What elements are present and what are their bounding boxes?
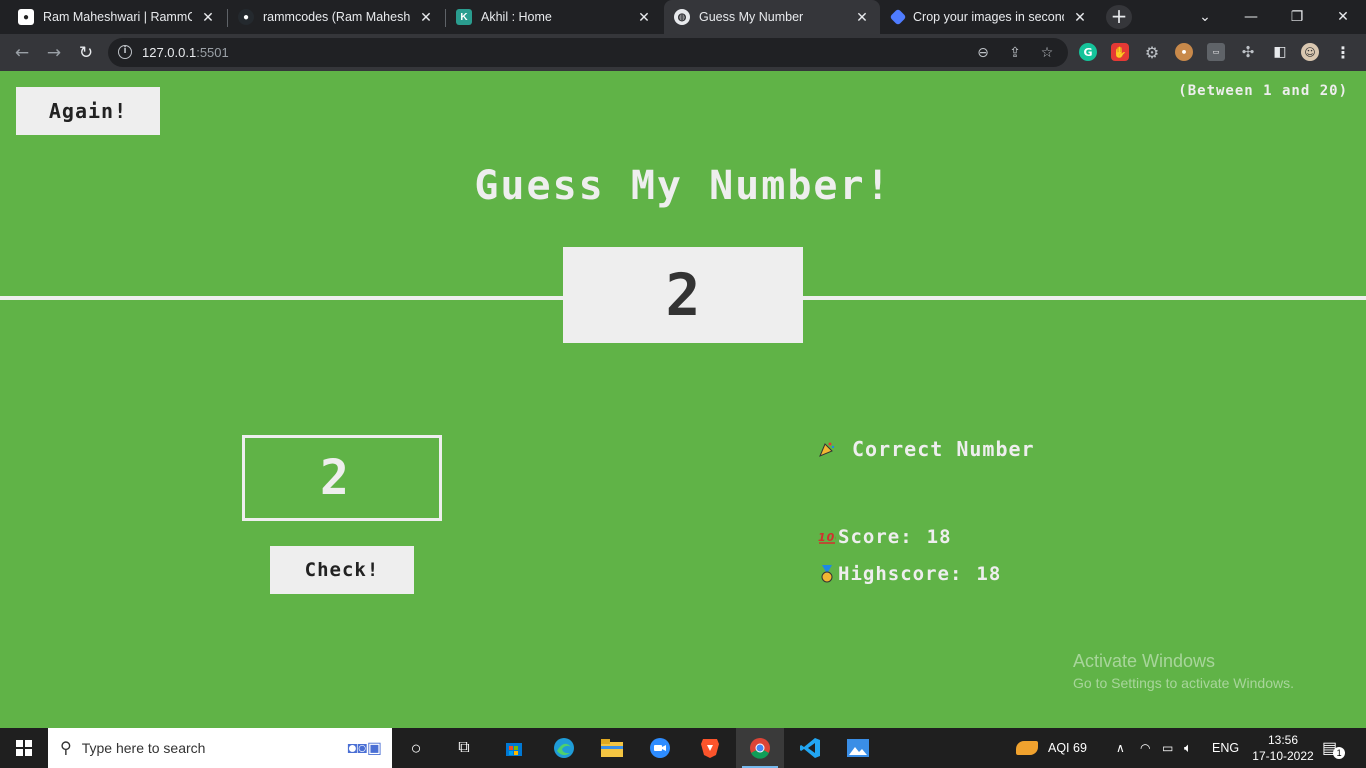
browser-toolbar: ← → ↻ i 127.0.0.1:5501 ⊖ ⇪ ☆ G ✋ ⚙ • ▭ ✣… <box>0 34 1366 71</box>
again-button[interactable]: Again! <box>16 87 160 135</box>
secret-number-box: 2 <box>563 247 803 343</box>
clock[interactable]: 13:56 17-10-2022 <box>1252 728 1314 768</box>
message-line: Correct Number <box>818 437 1035 461</box>
close-tab-icon[interactable]: ✕ <box>200 9 216 26</box>
tab-github[interactable]: ● rammcodes (Ram Maheshwari) ✕ <box>228 0 444 34</box>
zoom-icon[interactable]: ⊖ <box>974 44 992 62</box>
close-tab-icon[interactable]: ✕ <box>1072 9 1088 26</box>
score-label: Score: <box>838 526 913 548</box>
close-tab-icon[interactable]: ✕ <box>636 9 652 26</box>
game-message: Correct Number <box>852 437 1035 461</box>
store-icon[interactable] <box>490 728 538 768</box>
show-hidden-icons-chevron-icon[interactable]: ∧ <box>1116 728 1125 768</box>
check-button[interactable]: Check! <box>270 546 414 594</box>
profile-avatar[interactable]: ☺ <box>1301 43 1319 61</box>
tab-rammcodes[interactable]: ● Ram Maheshwari | RammCodes ✕ <box>8 0 226 34</box>
bookmark-star-icon[interactable]: ☆ <box>1038 44 1056 62</box>
extension-badge-icon[interactable]: ▭ <box>1207 43 1225 61</box>
highscore-label: Highscore: <box>838 563 963 585</box>
url-host: 127.0.0.1 <box>142 45 197 60</box>
new-tab-button[interactable]: + <box>1106 5 1132 29</box>
notification-count: 1 <box>1333 747 1346 759</box>
globe-icon: ◍ <box>674 9 690 25</box>
guess-input[interactable] <box>242 435 442 521</box>
battery-icon[interactable]: ▭ <box>1162 728 1173 768</box>
close-tab-icon[interactable]: ✕ <box>854 9 870 26</box>
close-tab-icon[interactable]: ✕ <box>418 9 434 26</box>
watermark-subtitle: Go to Settings to activate Windows. <box>1073 675 1294 691</box>
menu-kebab-icon[interactable]: ⋮ <box>1334 43 1352 62</box>
address-bar[interactable]: i 127.0.0.1:5501 ⊖ ⇪ ☆ <box>108 38 1068 67</box>
github-icon: ● <box>238 9 254 25</box>
page-title: Guess My Number! <box>474 163 892 209</box>
tab-search-icon[interactable]: ⌄ <box>1182 0 1228 34</box>
tab-title: Ram Maheshwari | RammCodes <box>43 10 192 24</box>
site-info-icon[interactable]: i <box>118 45 132 59</box>
brave-icon[interactable] <box>686 728 734 768</box>
close-window-button[interactable]: ✕ <box>1320 0 1366 34</box>
tab-title: rammcodes (Ram Maheshwari) <box>263 10 410 24</box>
windows-start-icon[interactable] <box>0 728 48 768</box>
tab-title: Guess My Number <box>699 10 804 24</box>
minimize-button[interactable]: — <box>1228 0 1274 34</box>
volume-icon[interactable]: 🔈︎ <box>1184 728 1192 768</box>
zoom-app-icon[interactable] <box>636 728 684 768</box>
hundred-points-icon: 100 <box>818 528 836 546</box>
file-explorer-icon[interactable] <box>588 728 636 768</box>
weather-widget[interactable]: AQI 69 <box>1016 728 1087 768</box>
forward-icon[interactable]: → <box>42 41 66 65</box>
highscore-row: Highscore: 18 <box>818 563 1001 585</box>
game-page: Again! (Between 1 and 20) Guess My Numbe… <box>0 71 1366 728</box>
extensions-puzzle-icon[interactable]: ✣ <box>1239 43 1257 61</box>
adblock-hand-icon[interactable]: ✋ <box>1111 43 1129 61</box>
range-hint: (Between 1 and 20) <box>1178 83 1348 99</box>
notification-center-icon[interactable]: ▤ 1 <box>1322 728 1346 768</box>
search-icon: ⚲ <box>60 740 72 757</box>
search-placeholder: Type here to search <box>81 740 206 756</box>
photos-icon[interactable] <box>834 728 882 768</box>
chrome-taskbar-icon[interactable] <box>736 728 784 768</box>
side-panel-icon[interactable]: ◧ <box>1271 43 1289 61</box>
search-highlight-icon: ◘◙▣ <box>347 740 382 757</box>
tab-title: Akhil : Home <box>481 10 552 24</box>
k-logo-icon: K <box>456 9 472 25</box>
network-icon[interactable]: ◠ <box>1140 728 1150 768</box>
url-text[interactable]: 127.0.0.1:5501 <box>142 45 229 60</box>
party-popper-icon <box>818 440 836 458</box>
weather-leaf-icon <box>1016 741 1038 755</box>
grammarly-icon[interactable]: G <box>1079 43 1097 61</box>
aqi-text: AQI 69 <box>1048 741 1087 755</box>
vscode-icon[interactable] <box>786 728 834 768</box>
medal-icon <box>818 565 836 583</box>
activate-windows-watermark: Activate Windows Go to Settings to activ… <box>1073 651 1294 691</box>
back-icon[interactable]: ← <box>10 41 34 65</box>
cortana-icon[interactable]: ○ <box>392 728 440 768</box>
watermark-title: Activate Windows <box>1073 651 1216 671</box>
task-view-icon[interactable]: ⧉ <box>440 728 488 768</box>
diamond-icon <box>889 8 907 26</box>
reload-icon[interactable]: ↻ <box>74 41 98 65</box>
cookie-icon[interactable]: • <box>1175 43 1193 61</box>
tab-title: Crop your images in seconds <box>913 10 1064 24</box>
tab-guess-my-number[interactable]: ◍ Guess My Number ✕ <box>664 0 880 34</box>
tab-crop-images[interactable]: Crop your images in seconds ✕ <box>882 0 1098 34</box>
url-port: :5501 <box>196 45 229 60</box>
language-indicator[interactable]: ENG <box>1212 728 1239 768</box>
clock-time: 13:56 <box>1267 733 1299 747</box>
profile-favicon-icon: ● <box>18 9 34 25</box>
tab-akhil-home[interactable]: K Akhil : Home ✕ <box>446 0 662 34</box>
taskbar-search-box[interactable]: ⚲ Type here to search ◘◙▣ <box>48 728 392 768</box>
share-icon[interactable]: ⇪ <box>1006 44 1024 62</box>
score-value: 18 <box>926 526 952 548</box>
highscore-value: 18 <box>976 563 1002 585</box>
gear-extension-icon[interactable]: ⚙ <box>1143 43 1161 62</box>
edge-icon[interactable] <box>540 728 588 768</box>
clock-date: 17-10-2022 <box>1252 749 1314 763</box>
restore-button[interactable]: ❐ <box>1274 0 1320 34</box>
svg-text:100: 100 <box>818 531 836 544</box>
windows-taskbar: ⚲ Type here to search ◘◙▣ ○ ⧉ AQI 69 ∧ ◠… <box>0 728 1366 768</box>
tab-strip: ● Ram Maheshwari | RammCodes ✕ ● rammcod… <box>0 0 1366 34</box>
score-row: 100 Score: 18 <box>818 526 952 548</box>
